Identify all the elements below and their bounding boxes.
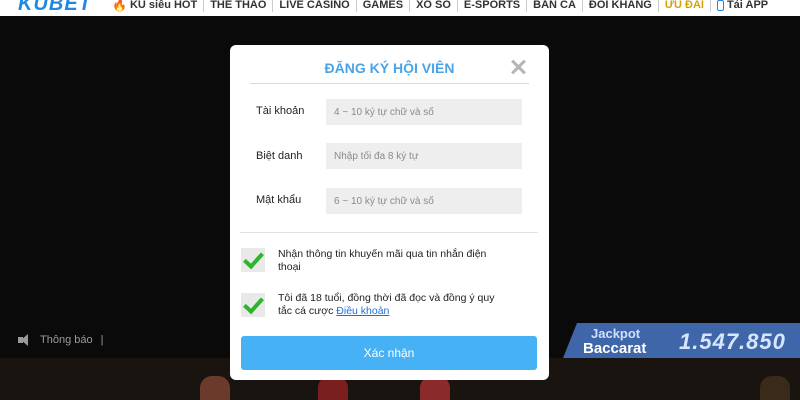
confirm-button[interactable]: Xác nhận: [241, 336, 537, 370]
nav-item-fishing[interactable]: BẮN CÁ: [527, 0, 583, 12]
phone-icon: [716, 0, 724, 11]
speaker-icon: [18, 334, 32, 346]
modal-title: ĐĂNG KÝ HỘI VIÊN: [324, 60, 455, 76]
registration-modal: ĐĂNG KÝ HỘI VIÊN Tài khoản Biệt danh Mật…: [230, 45, 549, 380]
nav-item-promotions[interactable]: ƯU ĐÃI: [659, 0, 711, 12]
nav-item-live-casino[interactable]: LIVE CASINO: [273, 0, 357, 12]
jackpot-banner[interactable]: Jackpot Baccarat 1.547.850: [563, 323, 800, 358]
nav-label: Tải APP: [726, 0, 769, 11]
fire-icon: 🔥: [112, 0, 127, 12]
notice-separator: |: [100, 334, 104, 346]
nav-item-lottery[interactable]: XỔ SỐ: [410, 0, 458, 12]
nav-item-games[interactable]: GAMES: [357, 0, 411, 12]
promo-sms-checkbox[interactable]: [241, 248, 265, 272]
jackpot-amount: 1.547.850: [679, 329, 786, 354]
top-navigation-bar: KUBET 🔥 KU siêu HOT THỂ THAO LIVE CASINO …: [0, 0, 800, 16]
section-divider: [240, 232, 538, 233]
password-label: Mật khẩu: [256, 194, 302, 206]
notice-bar[interactable]: Thông báo |: [18, 334, 103, 346]
promo-sms-label: Nhận thông tin khuyến mãi qua tin nhắn đ…: [278, 248, 487, 273]
nav-item-versus[interactable]: ĐỐI KHÁNG: [583, 0, 659, 12]
nickname-input[interactable]: [326, 143, 522, 169]
game-thumbnail[interactable]: [200, 376, 230, 400]
notice-label: Thông báo: [40, 334, 93, 346]
close-icon[interactable]: [508, 57, 528, 77]
terms-link[interactable]: Điều khoản: [336, 305, 389, 317]
account-input[interactable]: [326, 99, 522, 125]
main-nav: 🔥 KU siêu HOT THỂ THAO LIVE CASINO GAMES …: [106, 0, 774, 13]
game-thumbnail[interactable]: [760, 376, 790, 400]
nav-label: KU siêu HOT: [129, 0, 198, 11]
kubet-logo[interactable]: KUBET: [18, 0, 92, 16]
account-label: Tài khoản: [256, 105, 305, 117]
terms-checkbox[interactable]: [241, 293, 265, 317]
password-input[interactable]: [326, 188, 522, 214]
terms-label: Tôi đã 18 tuổi, đồng thời đã đọc và đồng…: [278, 292, 508, 318]
jackpot-game: Baccarat: [583, 340, 647, 357]
jackpot-title: Jackpot: [591, 326, 641, 341]
nav-item-ku-hot[interactable]: 🔥 KU siêu HOT: [106, 0, 205, 12]
nav-item-download-app[interactable]: Tải APP: [711, 0, 774, 12]
nickname-label: Biệt danh: [256, 150, 303, 162]
title-divider: [250, 83, 529, 84]
nav-item-sports[interactable]: THỂ THAO: [204, 0, 274, 12]
nav-item-esports[interactable]: E-SPORTS: [458, 0, 528, 12]
